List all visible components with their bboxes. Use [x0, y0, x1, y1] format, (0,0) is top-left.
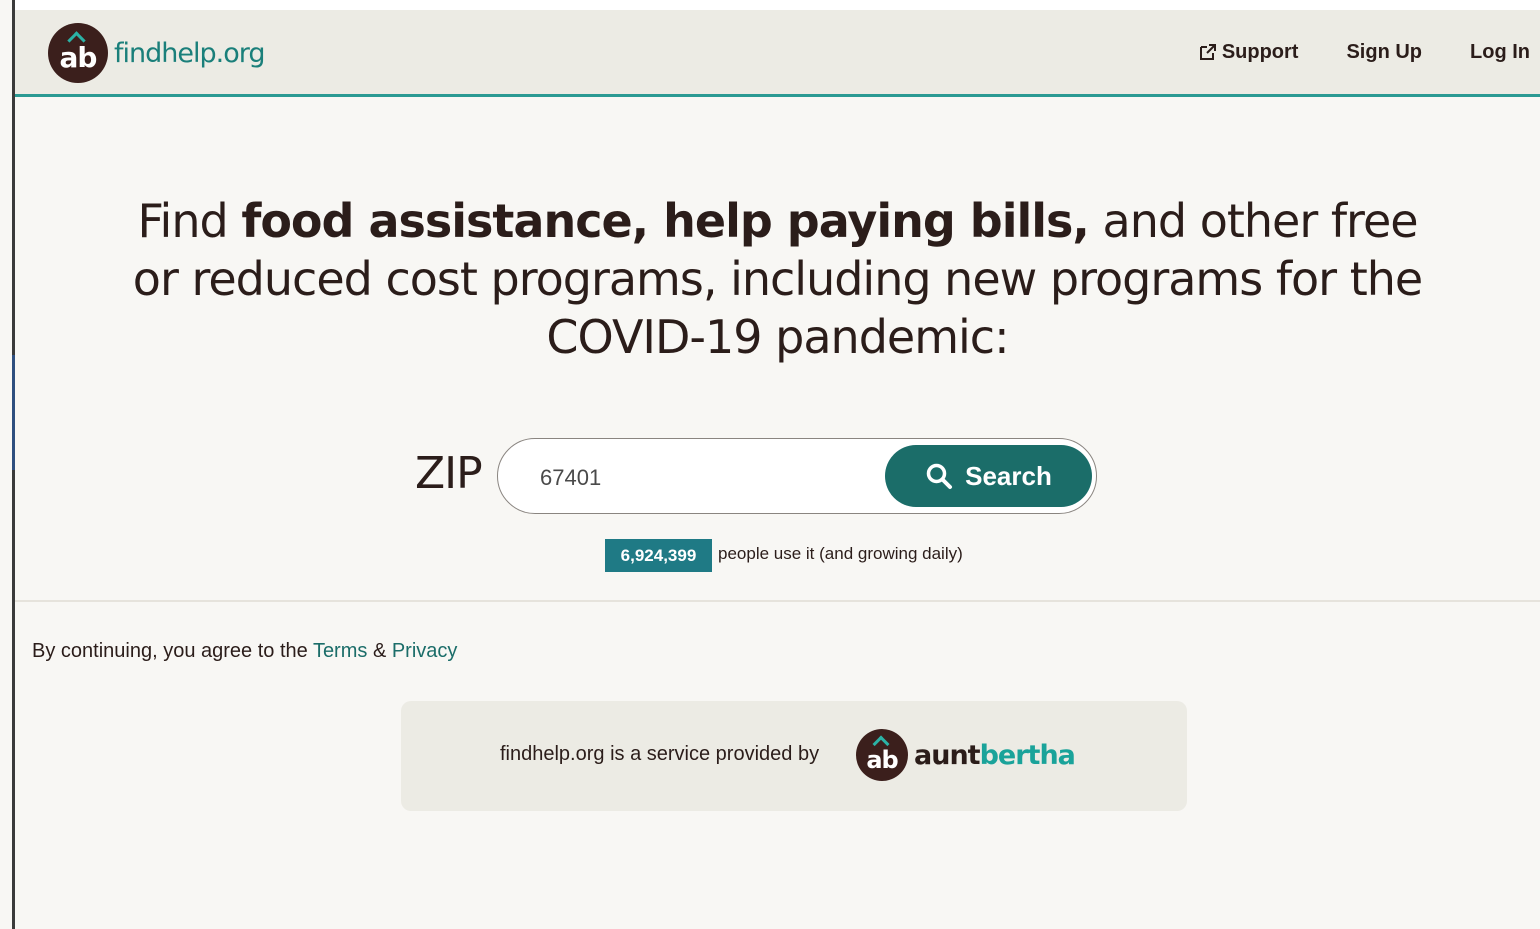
auntbertha-wordmark: auntbertha — [914, 739, 1076, 771]
auntbertha-word-aunt: aunt — [914, 739, 981, 771]
nav-sign-up-link[interactable]: Sign Up — [1346, 41, 1422, 64]
top-nav: Support Sign Up Log In — [1198, 10, 1540, 94]
provider-banner: findhelp.org is a service provided by ab… — [401, 701, 1187, 811]
privacy-link[interactable]: Privacy — [392, 640, 458, 662]
top-strip — [15, 0, 1540, 10]
usage-stats: 6,924,399 people use it (and growing dai… — [0, 539, 1540, 572]
auntbertha-badge-icon: ab — [856, 729, 908, 781]
nav-support-link[interactable]: Support — [1198, 40, 1299, 64]
usage-text: people use it (and growing daily) — [718, 544, 963, 563]
logo-text: findhelp.org — [114, 37, 265, 69]
search-button[interactable]: Search — [885, 445, 1092, 507]
logo-badge-icon: ab — [48, 23, 108, 83]
legal-amp: & — [367, 640, 392, 662]
findhelp-logo[interactable]: ab findhelp.org — [48, 22, 265, 84]
zip-label: ZIP — [415, 448, 483, 499]
auntbertha-logo[interactable]: ab auntbertha — [856, 729, 1076, 781]
zip-input[interactable] — [538, 459, 872, 497]
nav-log-in-link[interactable]: Log In — [1470, 41, 1530, 64]
hero-heading-bold: food assistance, help paying bills, — [241, 194, 1090, 248]
magnifier-icon — [926, 463, 953, 489]
nav-sign-up-label: Sign Up — [1346, 40, 1423, 63]
provider-text: findhelp.org is a service provided by — [500, 743, 820, 765]
legal-prefix: By continuing, you agree to the — [32, 640, 313, 662]
site-header: ab findhelp.org Support Sign Up Log In — [15, 10, 1540, 97]
nav-support-label: Support — [1221, 40, 1299, 63]
auntbertha-word-bertha: bertha — [979, 739, 1076, 771]
search-button-label: Search — [965, 460, 1052, 491]
hero-heading: Find food assistance, help paying bills,… — [128, 192, 1428, 366]
nav-log-in-label: Log In — [1470, 40, 1530, 63]
search-row: ZIP Search — [0, 438, 1540, 516]
hero-section: Find food assistance, help paying bills,… — [15, 192, 1540, 366]
external-link-icon — [1199, 44, 1216, 60]
hero-heading-prefix: Find — [137, 194, 242, 248]
usage-count-badge: 6,924,399 — [605, 539, 712, 572]
search-box: Search — [497, 438, 1097, 514]
legal-notice: By continuing, you agree to the Terms & … — [32, 640, 457, 663]
terms-link[interactable]: Terms — [313, 640, 367, 662]
section-divider — [15, 600, 1540, 602]
